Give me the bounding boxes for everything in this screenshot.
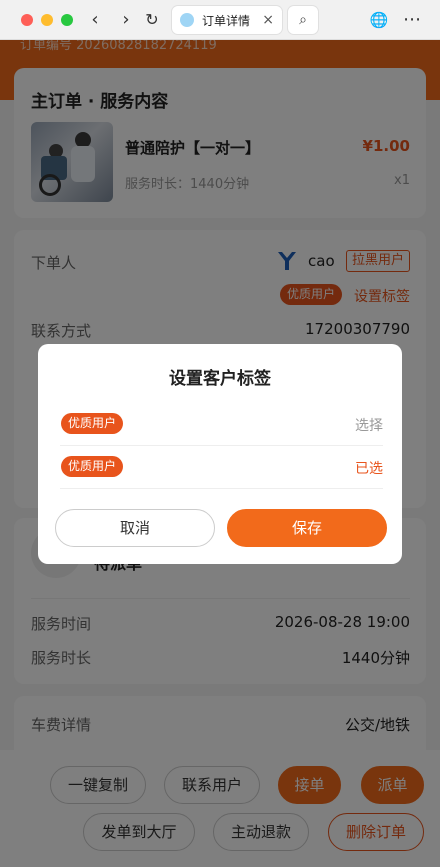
set-tag-dialog: 设置客户标签 优质用户 选择 优质用户 已选 取消 保存 <box>38 344 402 564</box>
tag-option-selected-button[interactable]: 已选 <box>355 458 383 478</box>
dialog-title: 设置客户标签 <box>169 369 271 389</box>
maximize-window-button[interactable] <box>61 14 73 26</box>
browser-tab[interactable]: 订单详情 × <box>172 6 282 34</box>
forward-icon[interactable]: › <box>115 9 137 31</box>
close-window-button[interactable] <box>21 14 33 26</box>
tab-close-icon[interactable]: × <box>262 12 274 28</box>
tab-favicon-icon <box>180 13 194 27</box>
minimize-window-button[interactable] <box>41 14 53 26</box>
globe-icon[interactable]: 🌐 <box>368 9 390 31</box>
tag-option-row[interactable]: 优质用户 已选 <box>60 445 383 489</box>
tab-title: 订单详情 <box>202 13 251 28</box>
search-icon[interactable]: ⌕ <box>288 6 318 34</box>
tag-option-row[interactable]: 优质用户 选择 <box>60 402 383 446</box>
browser-toolbar: ‹ › ↻ 订单详情 × ⌕ 🌐 ⋯ <box>0 0 440 40</box>
cancel-button[interactable]: 取消 <box>55 509 215 547</box>
save-button[interactable]: 保存 <box>227 509 387 547</box>
back-icon[interactable]: ‹ <box>84 9 106 31</box>
more-icon[interactable]: ⋯ <box>401 9 423 31</box>
tag-option-badge: 优质用户 <box>61 456 124 477</box>
reload-icon[interactable]: ↻ <box>141 9 163 31</box>
tag-option-badge: 优质用户 <box>61 413 124 434</box>
tag-option-select-button[interactable]: 选择 <box>355 415 383 435</box>
